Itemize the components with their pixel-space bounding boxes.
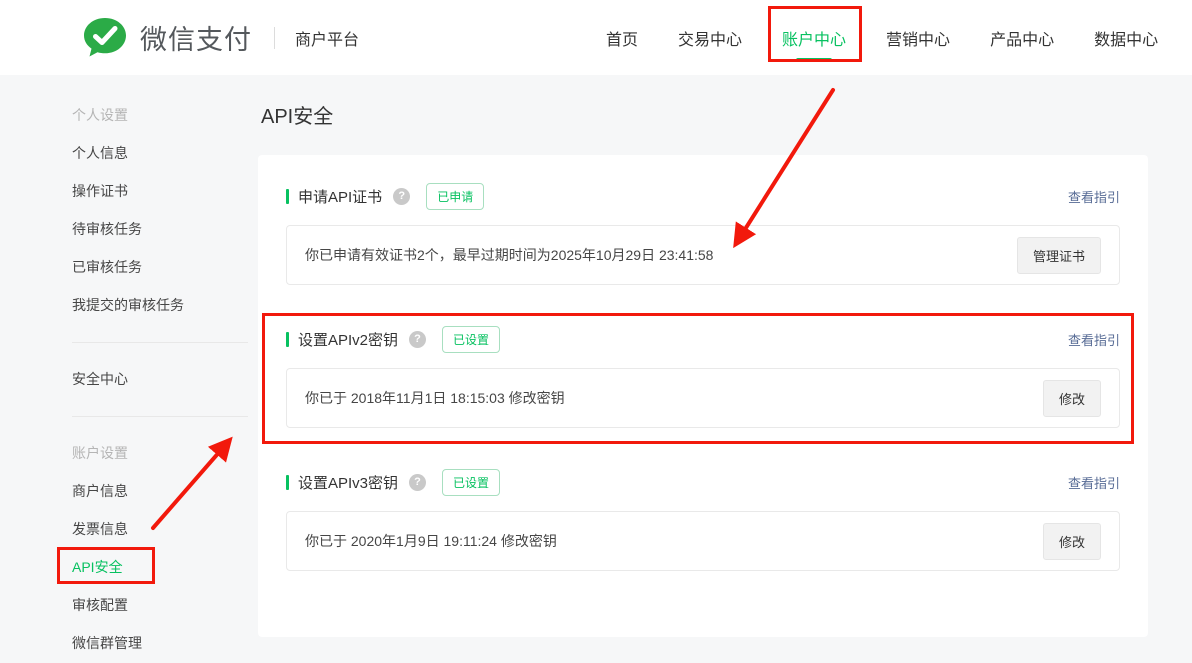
app-header: 微信支付 商户平台 首页 交易中心 账户中心 营销中心 产品中心 数据中心: [0, 0, 1192, 75]
section-title: 申请API证书: [298, 186, 382, 207]
nav-item-trade-center[interactable]: 交易中心: [678, 26, 742, 50]
nav-item-product-center[interactable]: 产品中心: [990, 26, 1054, 50]
section-head: 设置APIv3密钥 ? 已设置 查看指引: [286, 469, 1120, 495]
certificate-status-text: 你已申请有效证书2个，最早过期时间为2025年10月29日 23:41:58: [305, 245, 713, 265]
page-title: API安全: [261, 100, 1148, 129]
section-head: 设置APIv2密钥 ? 已设置 查看指引: [286, 326, 1120, 352]
status-badge-set: 已设置: [442, 469, 500, 496]
sidebar-item-my-submitted-review-tasks[interactable]: 我提交的审核任务: [0, 286, 258, 324]
section-accent-bar: [286, 475, 289, 490]
api-security-card: 申请API证书 ? 已申请 查看指引 你已申请有效证书2个，最早过期时间为202…: [258, 155, 1148, 637]
manage-certificate-button[interactable]: 管理证书: [1017, 237, 1101, 274]
sidebar: 个人设置 个人信息 操作证书 待审核任务 已审核任务 我提交的审核任务 安全中心…: [0, 75, 258, 662]
modify-apiv3-key-button[interactable]: 修改: [1043, 523, 1101, 560]
view-guide-link[interactable]: 查看指引: [1068, 187, 1120, 206]
nav-item-marketing-center[interactable]: 营销中心: [886, 26, 950, 50]
question-mark-icon[interactable]: ?: [409, 331, 426, 348]
sidebar-item-merchant-info[interactable]: 商户信息: [0, 472, 258, 510]
sidebar-item-operation-certificate[interactable]: 操作证书: [0, 172, 258, 210]
sidebar-item-review-config[interactable]: 审核配置: [0, 586, 258, 624]
sub-brand-label: 商户平台: [295, 26, 359, 50]
question-mark-icon[interactable]: ?: [393, 188, 410, 205]
main-content: API安全 申请API证书 ? 已申请 查看指引 你已申请有效证书2个，最早过期…: [258, 75, 1148, 637]
status-badge-set: 已设置: [442, 326, 500, 353]
modify-apiv2-key-button[interactable]: 修改: [1043, 380, 1101, 417]
view-guide-link[interactable]: 查看指引: [1068, 473, 1120, 492]
nav-item-account-center-label: 账户中心: [782, 32, 846, 49]
nav-item-data-center[interactable]: 数据中心: [1094, 26, 1158, 50]
section-head: 申请API证书 ? 已申请 查看指引: [286, 183, 1120, 209]
sidebar-divider: [72, 342, 248, 343]
wechat-pay-bubble-check-icon: [83, 17, 127, 58]
sidebar-item-wechat-group-management[interactable]: 微信群管理: [0, 624, 258, 662]
section-apiv2-key: 设置APIv2密钥 ? 已设置 查看指引 你已于 2018年11月1日 18:1…: [286, 326, 1120, 428]
sidebar-item-pending-review-tasks[interactable]: 待审核任务: [0, 210, 258, 248]
sidebar-group-personal-settings: 个人设置: [0, 96, 258, 134]
sidebar-item-api-security-label: API安全: [72, 557, 123, 577]
wechat-pay-logo[interactable]: 微信支付: [83, 17, 252, 58]
apiv3-key-status-text: 你已于 2020年1月9日 19:11:24 修改密钥: [305, 531, 557, 551]
apiv2-key-status-text: 你已于 2018年11月1日 18:15:03 修改密钥: [305, 388, 565, 408]
sidebar-item-personal-info[interactable]: 个人信息: [0, 134, 258, 172]
sidebar-item-invoice-info[interactable]: 发票信息: [0, 510, 258, 548]
section-accent-bar: [286, 332, 289, 347]
section-api-certificate: 申请API证书 ? 已申请 查看指引 你已申请有效证书2个，最早过期时间为202…: [286, 183, 1120, 285]
view-guide-link[interactable]: 查看指引: [1068, 330, 1120, 349]
top-nav: 首页 交易中心 账户中心 营销中心 产品中心 数据中心: [606, 0, 1192, 75]
brand-wordmark: 微信支付: [140, 18, 252, 57]
sidebar-item-security-center[interactable]: 安全中心: [0, 360, 258, 398]
sidebar-group-account-settings: 账户设置: [0, 434, 258, 472]
sidebar-divider: [72, 416, 248, 417]
certificate-status-row: 你已申请有效证书2个，最早过期时间为2025年10月29日 23:41:58 管…: [286, 225, 1120, 285]
section-apiv3-key: 设置APIv3密钥 ? 已设置 查看指引 你已于 2020年1月9日 19:11…: [286, 469, 1120, 571]
nav-item-account-center[interactable]: 账户中心: [782, 26, 846, 50]
sidebar-item-reviewed-tasks[interactable]: 已审核任务: [0, 248, 258, 286]
section-title: 设置APIv2密钥: [298, 329, 398, 350]
header-divider: [274, 27, 275, 49]
section-accent-bar: [286, 189, 289, 204]
status-badge-applied: 已申请: [426, 183, 484, 210]
sidebar-item-api-security[interactable]: API安全: [0, 548, 258, 586]
section-title: 设置APIv3密钥: [298, 472, 398, 493]
active-tab-underline: [796, 58, 832, 62]
apiv2-key-status-row: 你已于 2018年11月1日 18:15:03 修改密钥 修改: [286, 368, 1120, 428]
nav-item-home[interactable]: 首页: [606, 26, 638, 50]
apiv3-key-status-row: 你已于 2020年1月9日 19:11:24 修改密钥 修改: [286, 511, 1120, 571]
question-mark-icon[interactable]: ?: [409, 474, 426, 491]
